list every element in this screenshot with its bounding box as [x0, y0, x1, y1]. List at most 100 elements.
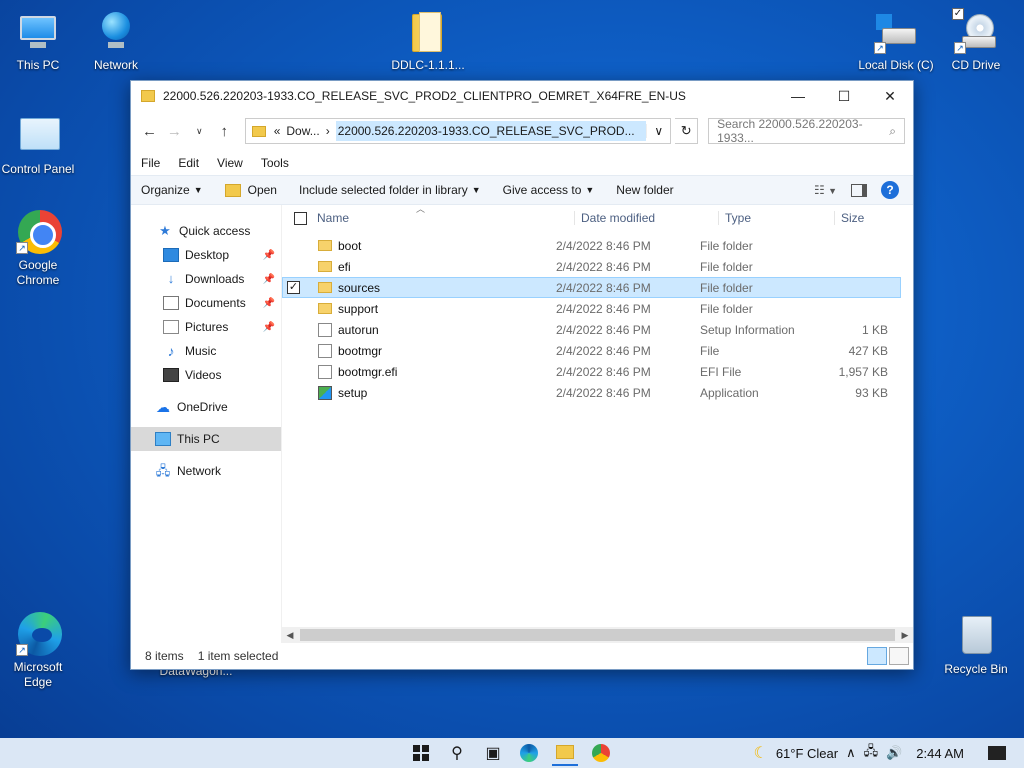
start-button[interactable]	[408, 740, 434, 766]
desktop-icon-chrome[interactable]: ↗ Google Chrome	[0, 210, 76, 288]
breadcrumb-current[interactable]: 22000.526.220203-1933.CO_RELEASE_SVC_PRO…	[335, 121, 647, 141]
column-date-modified[interactable]: Date modified	[575, 211, 719, 225]
desktop-icon-ddlc[interactable]: DDLC-1.1.1...	[390, 10, 466, 73]
maximize-button[interactable]: ☐	[821, 81, 867, 111]
file-row[interactable]: boot 2/4/2022 8:46 PM File folder	[282, 235, 901, 256]
row-checkbox[interactable]	[287, 344, 300, 357]
row-checkbox[interactable]	[287, 365, 300, 378]
weather-text[interactable]: 61°F Clear	[776, 746, 838, 761]
desktop-icon-recycle-bin[interactable]: Recycle Bin	[938, 614, 1014, 677]
menu-tools[interactable]: Tools	[261, 156, 289, 170]
column-type[interactable]: Type	[719, 211, 835, 225]
row-checkbox[interactable]	[287, 302, 300, 315]
file-row[interactable]: support 2/4/2022 8:46 PM File folder	[282, 298, 901, 319]
forward-button[interactable]: →	[164, 123, 185, 140]
up-button[interactable]: ↑	[214, 123, 235, 140]
row-checkbox-checked[interactable]: ✓	[287, 281, 300, 294]
menu-edit[interactable]: Edit	[178, 156, 199, 170]
nav-item-pictures[interactable]: Pictures 📌	[131, 315, 281, 339]
file-size: 427 KB	[848, 343, 888, 358]
task-view-button[interactable]: ▣	[480, 740, 506, 766]
select-all-checkbox[interactable]	[294, 211, 307, 225]
scroll-right-icon[interactable]: ▶	[897, 630, 913, 641]
file-type: EFI File	[700, 364, 742, 379]
chevron-down-icon: ▼	[585, 185, 595, 195]
pin-icon[interactable]: 📌	[263, 274, 275, 285]
nav-label: Network	[177, 464, 222, 478]
pin-icon[interactable]: 📌	[263, 250, 275, 261]
horizontal-scrollbar[interactable]: ◀ ▶	[282, 627, 913, 643]
nav-item-videos[interactable]: Videos	[131, 363, 281, 387]
search-button[interactable]: ⚲	[444, 740, 470, 766]
column-name[interactable]: Name	[317, 211, 575, 225]
desktop-icon-network[interactable]: Network	[78, 10, 154, 73]
file-name: bootmgr.efi	[338, 364, 398, 379]
file-row[interactable]: bootmgr 2/4/2022 8:46 PM File 427 KB	[282, 340, 901, 361]
nav-item-documents[interactable]: Documents 📌	[131, 291, 281, 315]
chevron-up-icon[interactable]: ∧	[846, 745, 856, 761]
pin-icon[interactable]: 📌	[263, 298, 275, 309]
nav-item-onedrive[interactable]: ☁ OneDrive	[131, 395, 281, 419]
clock[interactable]: 2:44 AM	[916, 746, 964, 761]
new-folder-button[interactable]: New folder	[616, 183, 673, 197]
breadcrumb-parent[interactable]: Dow...	[286, 124, 319, 138]
desktop-icon-edge[interactable]: ↗ Microsoft Edge	[0, 612, 76, 690]
row-checkbox[interactable]	[287, 239, 300, 252]
file-explorer-taskbar-button[interactable]	[552, 740, 578, 766]
desktop-icon-cd-drive[interactable]: ✓ ↗ CD Drive	[938, 8, 1014, 73]
edge-taskbar-button[interactable]	[516, 740, 542, 766]
row-checkbox[interactable]	[287, 386, 300, 399]
scroll-left-icon[interactable]: ◀	[282, 630, 298, 641]
details-view-button[interactable]	[867, 647, 887, 665]
scrollbar-thumb[interactable]	[300, 629, 895, 641]
nav-item-quick-access[interactable]: ★ Quick access	[131, 219, 281, 243]
weather-moon-icon[interactable]: ☾	[753, 743, 767, 763]
organize-label: Organize	[141, 183, 190, 197]
file-row[interactable]: autorun 2/4/2022 8:46 PM Setup Informati…	[282, 319, 901, 340]
chrome-taskbar-button[interactable]	[588, 740, 614, 766]
file-row[interactable]: setup 2/4/2022 8:46 PM Application 93 KB	[282, 382, 901, 403]
address-dropdown-icon[interactable]: ∨	[646, 124, 670, 138]
nav-item-music[interactable]: ♪ Music	[131, 339, 281, 363]
computer-icon	[155, 432, 171, 446]
nav-item-this-pc[interactable]: This PC	[131, 427, 281, 451]
refresh-button[interactable]: ↻	[675, 118, 699, 144]
open-button[interactable]: Open	[224, 183, 277, 197]
pin-icon[interactable]: 📌	[263, 322, 275, 333]
nav-item-downloads[interactable]: ↓ Downloads 📌	[131, 267, 281, 291]
chevron-right-icon[interactable]: ›	[326, 124, 330, 138]
file-row[interactable]: efi 2/4/2022 8:46 PM File folder	[282, 256, 901, 277]
row-checkbox[interactable]	[287, 323, 300, 336]
file-row[interactable]: bootmgr.efi 2/4/2022 8:46 PM EFI File 1,…	[282, 361, 901, 382]
file-type: File folder	[700, 301, 753, 316]
minimize-button[interactable]: —	[775, 81, 821, 111]
desktop-icon-control-panel[interactable]: Control Panel	[0, 114, 76, 177]
give-access-button[interactable]: Give access to ▼	[503, 183, 595, 197]
large-icons-view-button[interactable]	[889, 647, 909, 665]
recent-dropdown-icon[interactable]: ∨	[189, 126, 210, 137]
row-checkbox[interactable]	[287, 260, 300, 273]
organize-button[interactable]: Organize ▼	[141, 183, 203, 197]
preview-pane-icon[interactable]	[851, 183, 867, 197]
nav-item-network[interactable]: 🖧 Network	[131, 459, 281, 483]
title-bar[interactable]: 22000.526.220203-1933.CO_RELEASE_SVC_PRO…	[131, 81, 913, 111]
file-row-selected[interactable]: ✓ sources 2/4/2022 8:46 PM File folder	[282, 277, 901, 298]
desktop-icon-local-disk[interactable]: ↗ Local Disk (C)	[858, 10, 934, 73]
search-input[interactable]: Search 22000.526.220203-1933... ⌕	[708, 117, 905, 145]
address-bar[interactable]: « Dow... › 22000.526.220203-1933.CO_RELE…	[244, 118, 672, 144]
network-status-icon[interactable]: 🖧	[864, 742, 879, 764]
notification-icon[interactable]	[988, 746, 1006, 760]
desktop-icon-this-pc[interactable]: This PC	[0, 10, 76, 73]
include-in-library-button[interactable]: Include selected folder in library ▼	[299, 183, 481, 197]
volume-icon[interactable]: 🔊	[886, 745, 902, 761]
breadcrumb-prefix[interactable]: «	[274, 124, 281, 138]
menu-view[interactable]: View	[217, 156, 243, 170]
help-icon[interactable]: ?	[881, 181, 899, 199]
nav-item-desktop[interactable]: Desktop 📌	[131, 243, 281, 267]
back-button[interactable]: ←	[139, 123, 160, 140]
column-size[interactable]: Size	[835, 211, 913, 225]
file-name: bootmgr	[338, 343, 383, 358]
close-button[interactable]: ✕	[867, 81, 913, 111]
view-options-icon[interactable]: ☷ ▼	[814, 183, 837, 197]
menu-file[interactable]: File	[141, 156, 160, 170]
